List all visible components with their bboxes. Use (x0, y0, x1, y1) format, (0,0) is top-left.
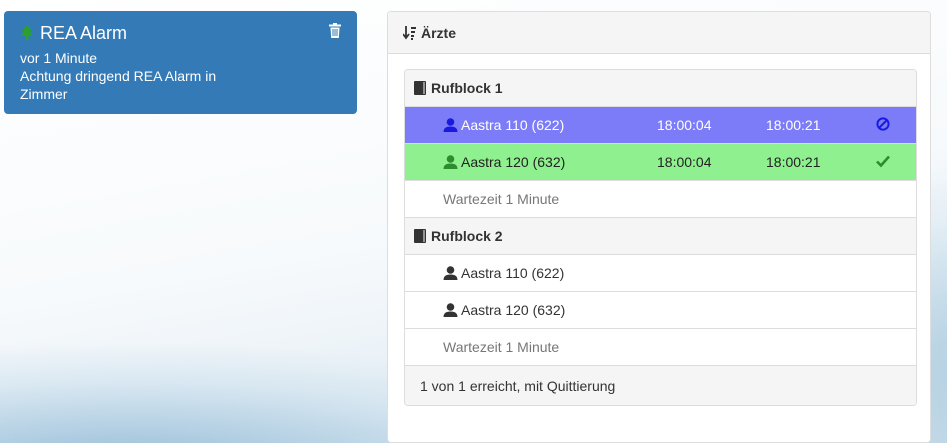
device-name-cell: Aastra 110 (622) (443, 265, 564, 281)
block-header[interactable]: Rufblock 2 (405, 217, 916, 254)
check-icon (876, 155, 890, 168)
alarm-message: Achtung dringend REA Alarm in Zimmer (20, 68, 217, 102)
wait-time-row: Wartezeit 1 Minute (405, 328, 916, 365)
book-icon (414, 81, 426, 95)
sort-icon[interactable] (403, 25, 417, 40)
device-name-cell: Aastra 120 (632) (443, 302, 565, 318)
device-name-cell: Aastra 110 (622) (443, 117, 564, 133)
device-name: Aastra 110 (622) (461, 117, 565, 133)
block-label: Rufblock 2 (431, 228, 503, 244)
alarm-title: REA Alarm (40, 23, 128, 43)
block-header[interactable]: Rufblock 1 (405, 70, 916, 106)
user-icon (443, 118, 458, 132)
call-end-time: 18:00:21 (766, 154, 821, 170)
panel-footer: 1 von 1 erreicht, mit Quittierung (405, 365, 916, 405)
device-row[interactable]: Aastra 120 (632) 18:00:04 18:00:21 (405, 143, 916, 180)
device-name: Aastra 120 (632) (461, 302, 566, 318)
alarm-header: REA Alarm (20, 22, 341, 44)
footer-status: 1 von 1 erreicht, mit Quittierung (420, 377, 616, 394)
trash-icon[interactable] (329, 23, 341, 38)
call-start-time: 18:00:04 (657, 154, 712, 170)
device-name: Aastra 120 (632) (461, 154, 566, 170)
wait-time-row: Wartezeit 1 Minute (405, 180, 916, 217)
alarm-card[interactable]: REA Alarm vor 1 Minute Achtung dringend … (4, 11, 357, 114)
device-row[interactable]: Aastra 120 (632) (405, 291, 916, 328)
user-icon (443, 266, 458, 280)
user-icon (443, 303, 458, 317)
book-icon (414, 229, 426, 243)
device-row[interactable]: Aastra 110 (622) 18:00:04 18:00:21 (405, 106, 916, 143)
panel-title: Ärzte (421, 24, 457, 41)
device-row[interactable]: Aastra 110 (622) (405, 254, 916, 291)
alarm-time: vor 1 Minute (20, 50, 98, 66)
user-icon (443, 155, 458, 169)
doctors-panel: Ärzte Rufblock 1 Aastra 110 (622) 18:00:… (387, 11, 931, 443)
tree-icon (21, 25, 33, 40)
wait-time: Wartezeit 1 Minute (443, 339, 560, 355)
device-name: Aastra 110 (622) (461, 265, 565, 281)
panel-heading: Ärzte (388, 12, 930, 54)
device-name-cell: Aastra 120 (632) (443, 154, 565, 170)
wait-time: Wartezeit 1 Minute (443, 191, 560, 207)
call-end-time: 18:00:21 (766, 117, 821, 133)
call-blocks: Rufblock 1 Aastra 110 (622) 18:00:04 18:… (404, 69, 917, 406)
call-start-time: 18:00:04 (657, 117, 712, 133)
block-label: Rufblock 1 (431, 80, 503, 96)
ban-icon (876, 117, 890, 131)
